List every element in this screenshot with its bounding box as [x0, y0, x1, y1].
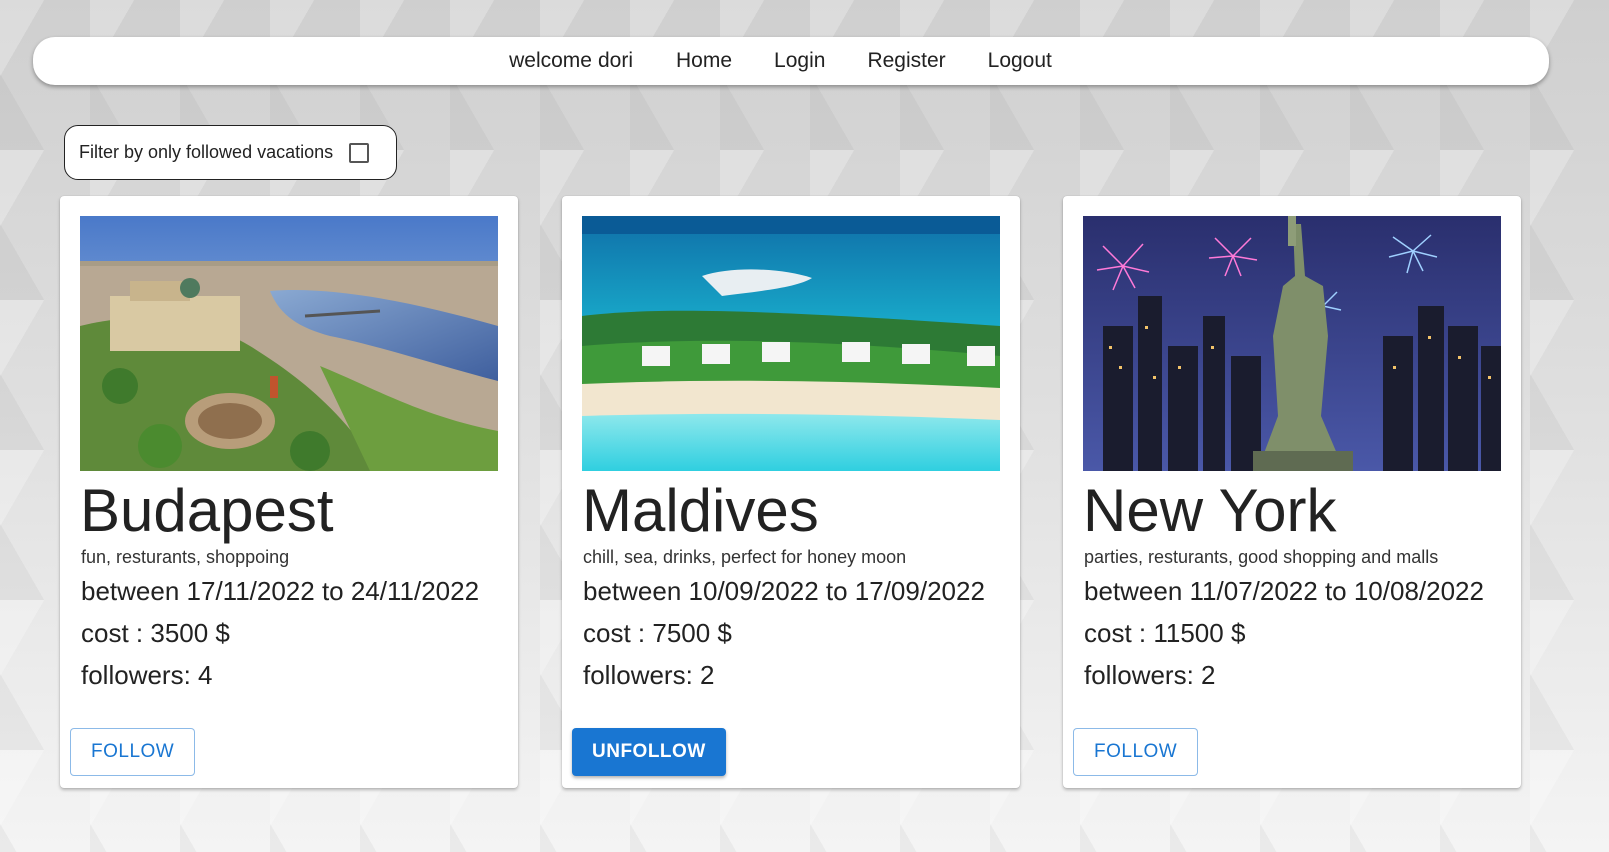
vacation-dates: between 10/09/2022 to 17/09/2022: [583, 576, 985, 606]
username: dori: [597, 49, 634, 72]
vacation-followers: followers: 4: [81, 660, 213, 690]
vacation-card-new-york: New York parties, resturants, good shopp…: [1063, 196, 1521, 788]
follow-button[interactable]: FOLLOW: [70, 728, 196, 776]
followed-filter[interactable]: Filter by only followed vacations: [64, 125, 397, 180]
follow-button[interactable]: FOLLOW: [1073, 728, 1199, 776]
vacation-title: Maldives: [582, 477, 819, 544]
filter-label: Filter by only followed vacations: [79, 142, 334, 162]
budapest-image: [80, 216, 498, 471]
unfollow-button[interactable]: UNFOLLOW: [572, 728, 726, 776]
vacation-description: parties, resturants, good shopping and m…: [1084, 547, 1439, 567]
welcome-message: welcome dori: [509, 49, 633, 73]
top-navbar: welcome dori Home Login Register Logout: [33, 37, 1549, 85]
vacation-followers: followers: 2: [1084, 660, 1216, 690]
nav-link-home[interactable]: Home: [676, 49, 732, 73]
vacation-followers: followers: 2: [583, 660, 715, 690]
welcome-word: welcome: [509, 49, 592, 72]
nav-link-login[interactable]: Login: [774, 49, 825, 73]
nav-link-logout[interactable]: Logout: [988, 49, 1052, 73]
filter-checkbox[interactable]: [349, 142, 370, 163]
vacation-title: New York: [1083, 477, 1337, 544]
vacation-cost: cost : 11500 $: [1084, 618, 1246, 648]
nav-link-register[interactable]: Register: [867, 49, 945, 73]
vacation-description: chill, sea, drinks, perfect for honey mo…: [583, 547, 907, 567]
vacation-title: Budapest: [80, 477, 334, 544]
new-york-image: [1083, 216, 1501, 471]
maldives-image: [582, 216, 1000, 471]
vacation-card-maldives: Maldives chill, sea, drinks, perfect for…: [562, 196, 1020, 788]
vacation-cost: cost : 7500 $: [583, 618, 732, 648]
vacation-cost: cost : 3500 $: [81, 618, 230, 648]
vacation-description: fun, resturants, shoppoing: [81, 547, 290, 567]
vacation-dates: between 11/07/2022 to 10/08/2022: [1084, 576, 1484, 606]
vacation-dates: between 17/11/2022 to 24/11/2022: [81, 576, 480, 606]
vacation-card-budapest: Budapest fun, resturants, shoppoing betw…: [60, 196, 518, 788]
